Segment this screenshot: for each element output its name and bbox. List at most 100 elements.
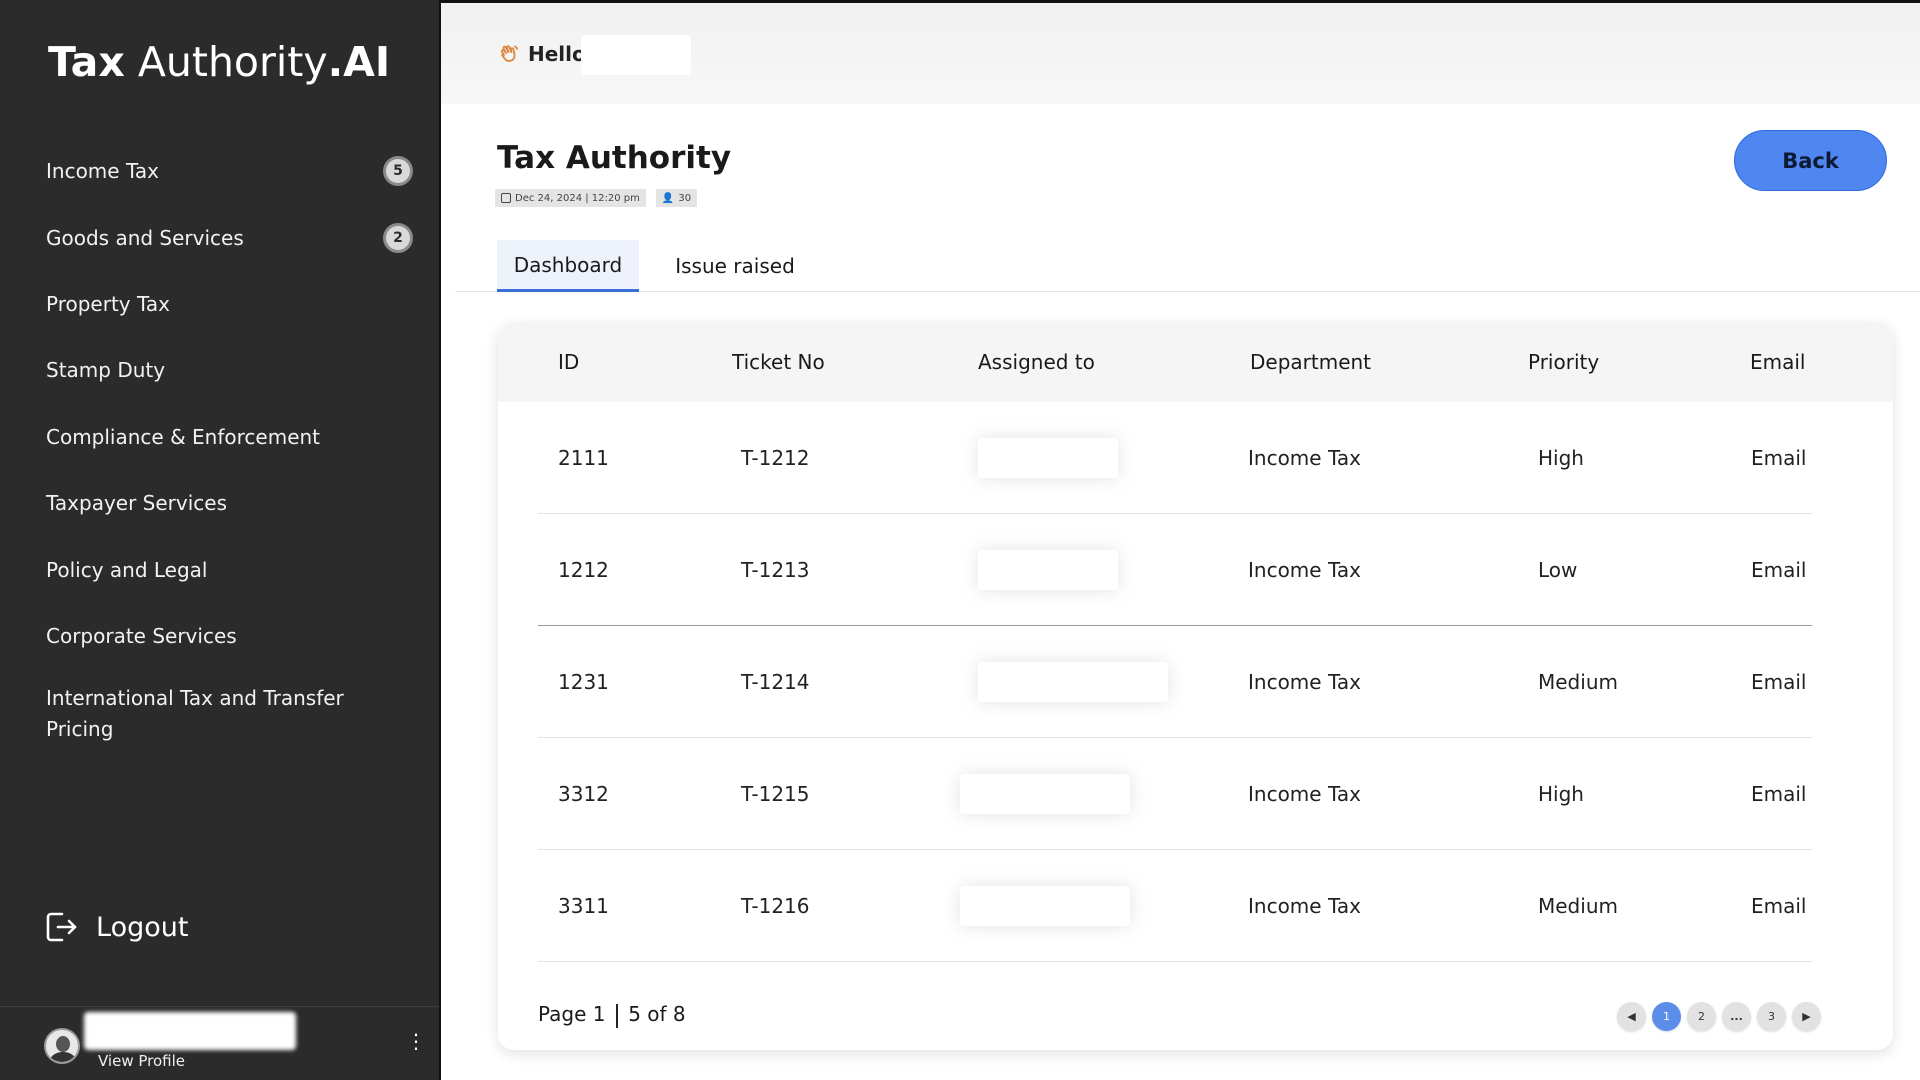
column-header-id[interactable]: ID [558,322,579,402]
divider [615,1003,618,1028]
cell-priority: High [1538,782,1584,806]
cell-assigned-redacted [978,662,1168,702]
table-row[interactable]: 3311 T-1216 Income Tax Medium Email [538,850,1812,962]
profile-name-redacted [84,1012,296,1050]
date-chip: Dec 24, 2024 | 12:20 pm [495,189,646,207]
cell-department: Income Tax [1248,894,1361,918]
sidebar-item-label: Corporate Services [46,623,237,648]
column-header-assigned-to[interactable]: Assigned to [978,322,1095,402]
logout-button[interactable]: Logout [44,910,188,944]
user-chip: 👤 30 [655,189,698,207]
sidebar-item-corporate-services[interactable]: Corporate Services [0,603,439,669]
cell-email[interactable]: Email [1751,850,1807,962]
cell-email[interactable]: Email [1751,402,1807,514]
tab-issue-raised[interactable]: Issue raised [655,240,815,292]
cell-id: 3311 [558,894,609,918]
view-profile-link[interactable]: View Profile [98,1052,185,1070]
cell-ticket-no: T-1216 [741,894,810,918]
sidebar-item-policy-and-legal[interactable]: Policy and Legal [0,536,439,602]
cell-ticket-no: T-1215 [741,782,810,806]
page-number-text: Page 1 [538,1002,606,1026]
cell-ticket-no: T-1213 [741,558,810,582]
sidebar-item-label: Policy and Legal [46,557,208,582]
kebab-menu-icon[interactable]: ⋮ [406,1031,426,1058]
page-count-text: 5 of 8 [628,1002,686,1026]
tab-bar: Dashboard Issue raised [455,240,1920,292]
sidebar-nav: Income Tax 5 Goods and Services 2 Proper… [0,138,439,759]
sidebar-item-label: Goods and Services [46,225,244,250]
cell-priority: High [1538,446,1584,470]
sidebar-item-taxpayer-services[interactable]: Taxpayer Services [0,470,439,536]
page-button-1[interactable]: 1 [1652,1002,1681,1031]
logout-icon [46,912,77,942]
cell-department: Income Tax [1248,558,1361,582]
cell-id: 1212 [558,558,609,582]
cell-ticket-no: T-1212 [741,446,810,470]
calendar-icon [501,193,511,203]
cell-priority: Low [1538,558,1578,582]
sidebar-item-label: Taxpayer Services [46,491,228,516]
cell-department: Income Tax [1248,446,1361,470]
user-icon: 👤 [661,192,675,204]
brand-logo-part-tax: Tax [48,38,125,86]
column-header-priority[interactable]: Priority [1528,322,1599,402]
table-row[interactable]: 3312 T-1215 Income Tax High Email [538,738,1812,850]
table-row[interactable]: 1212 T-1213 Income Tax Low Email [538,514,1812,626]
pagination-info: Page 1 5 of 8 [538,1002,686,1028]
divider [0,1006,439,1007]
waving-hand-icon [500,45,519,62]
main-content: Hello Tax Authority Dec 24, 2024 | 12:20… [439,0,1920,1080]
cell-email[interactable]: Email [1751,738,1807,850]
date-text: Dec 24, 2024 | 12:20 pm [515,192,640,204]
cell-department: Income Tax [1248,782,1361,806]
chevron-right-icon[interactable]: ▶ [1792,1002,1821,1031]
logout-label: Logout [96,911,189,943]
column-header-ticket-no[interactable]: Ticket No [732,322,825,402]
cell-id: 3312 [558,782,609,806]
sidebar: Tax Authority.AI Income Tax 5 Goods and … [0,0,439,1080]
brand-logo[interactable]: Tax Authority.AI [48,38,390,86]
user-name-redacted [581,35,691,75]
count-badge: 2 [383,222,413,253]
cell-assigned-redacted [978,438,1118,478]
page-meta: Dec 24, 2024 | 12:20 pm 👤 30 [495,189,698,207]
sidebar-item-income-tax[interactable]: Income Tax 5 [0,138,439,204]
page-ellipsis[interactable]: ... [1722,1002,1751,1031]
cell-ticket-no: T-1214 [741,670,810,694]
sidebar-item-label: Income Tax [46,159,159,184]
back-button[interactable]: Back [1734,130,1887,191]
page-button-2[interactable]: 2 [1687,1002,1716,1031]
cell-assigned-redacted [960,774,1130,814]
page-title: Tax Authority [497,140,732,176]
tab-dashboard[interactable]: Dashboard [497,240,639,292]
table-row[interactable]: 1231 T-1214 Income Tax Medium Email [538,626,1812,738]
avatar[interactable] [44,1028,80,1064]
brand-logo-part-ai: .AI [327,38,391,86]
sidebar-item-property-tax[interactable]: Property Tax [0,271,439,337]
page-button-3[interactable]: 3 [1757,1002,1786,1031]
column-header-department[interactable]: Department [1250,322,1371,402]
cell-priority: Medium [1538,670,1618,694]
cell-email[interactable]: Email [1751,626,1807,738]
cell-department: Income Tax [1248,670,1361,694]
row-divider [538,961,1812,962]
table-row[interactable]: 2111 T-1212 Income Tax High Email [538,402,1812,514]
sidebar-item-compliance[interactable]: Compliance & Enforcement [0,404,439,470]
sidebar-item-stamp-duty[interactable]: Stamp Duty [0,337,439,403]
cell-email[interactable]: Email [1751,514,1807,626]
cell-priority: Medium [1538,894,1618,918]
greeting: Hello [498,42,586,66]
table-header: ID Ticket No Assigned to Department Prio… [498,322,1893,402]
column-header-email[interactable]: Email [1750,322,1806,402]
count-badge: 5 [383,156,413,187]
sidebar-item-label: International Tax and Transfer Pricing [46,686,344,742]
cell-id: 1231 [558,670,609,694]
sidebar-item-label: Compliance & Enforcement [46,424,321,449]
sidebar-item-goods-and-services[interactable]: Goods and Services 2 [0,204,439,270]
pagination-controls: ◀ 1 2 ... 3 ▶ [1617,1002,1821,1031]
user-count-text: 30 [678,192,692,204]
chevron-left-icon[interactable]: ◀ [1617,1002,1646,1031]
sidebar-item-label: Stamp Duty [46,358,166,383]
sidebar-item-label: Property Tax [46,291,170,316]
sidebar-item-international-tax[interactable]: International Tax and Transfer Pricing [0,669,380,759]
